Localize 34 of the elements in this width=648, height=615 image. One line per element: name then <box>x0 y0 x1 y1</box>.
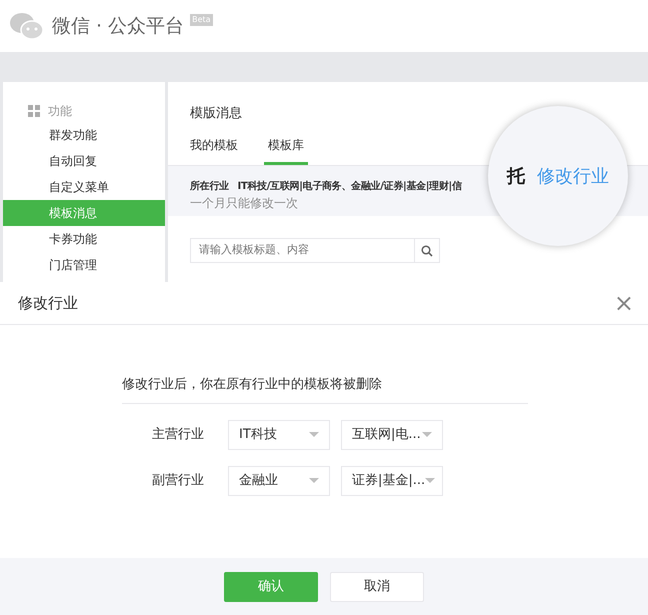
dropdown[interactable]: 互联网|电... <box>341 420 443 450</box>
search-icon <box>421 244 433 256</box>
dropdown[interactable]: IT科技 <box>228 420 330 450</box>
sidebar-item[interactable]: 卡券功能 <box>3 226 165 252</box>
industry-text: 所在行业 IT科技/互联网|电子商务、金融业/证券|基金|理财|信 <box>190 179 462 194</box>
dropdown-value: IT科技 <box>239 426 277 444</box>
tab[interactable]: 我的模板 <box>190 132 238 165</box>
dropdown-value: 证券|基金|... <box>352 472 426 490</box>
field-label: 副营行业 <box>152 472 205 490</box>
page-title: 模版消息 <box>190 106 242 121</box>
warning-text: 修改行业后，你在原有行业中的模板将被删除 <box>122 375 528 404</box>
note-text: 一个月只能修改一次 <box>190 195 298 212</box>
dropdown[interactable]: 金融业 <box>228 466 330 496</box>
cancel-button[interactable]: 取消 <box>330 572 424 602</box>
dropdown-value: 互联网|电... <box>352 426 421 444</box>
grid-icon <box>28 105 40 117</box>
dropdown-value: 金融业 <box>239 472 278 490</box>
close-button[interactable]: × <box>614 291 634 315</box>
dialog-title: 修改行业 <box>18 292 78 314</box>
section-label: 功能 <box>48 103 72 120</box>
search-button[interactable] <box>415 238 440 263</box>
logo-text: 微信 · 公众平台 <box>52 14 184 39</box>
caret-icon <box>309 432 319 437</box>
field-label: 主营行业 <box>152 426 205 444</box>
caret-icon <box>422 432 432 437</box>
dropdown[interactable]: 证券|基金|... <box>341 466 443 496</box>
caret-icon <box>309 478 319 483</box>
caret-icon <box>425 478 436 483</box>
sidebar-item[interactable]: 自定义菜单 <box>3 174 165 200</box>
sidebar-item[interactable]: 自动回复 <box>3 148 165 174</box>
sidebar-item[interactable]: 群发功能 <box>3 122 165 148</box>
magnified-char: 托 <box>507 164 525 188</box>
sidebar-item[interactable]: 门店管理 <box>3 252 165 278</box>
search-field[interactable]: 请输入模板标题、内容 <box>190 238 415 263</box>
